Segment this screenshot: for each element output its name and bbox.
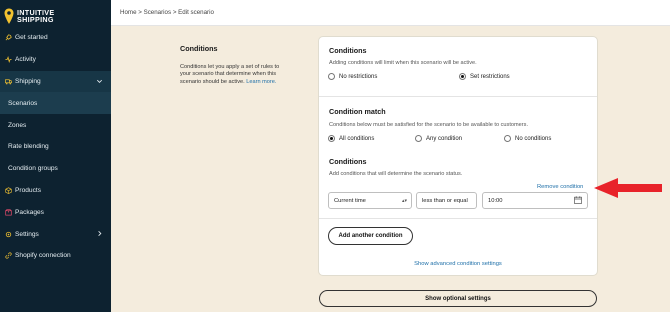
breadcrumb-scenarios[interactable]: Scenarios <box>144 9 172 16</box>
conditions-card: Conditions Adding conditions will limit … <box>318 36 598 276</box>
sidebar-item-condition-groups[interactable]: Condition groups <box>0 158 111 180</box>
sidebar-item-label: Activity <box>15 56 36 64</box>
select-value: Current time <box>334 197 366 204</box>
breadcrumb-current: Edit scenario <box>178 9 214 16</box>
condition-operator-select[interactable]: less than or equal <box>416 192 477 209</box>
condition-field-select[interactable]: Current time ▴▾ <box>328 192 412 209</box>
input-value: 10:00 <box>488 197 503 204</box>
logo-text: INTUITIVE SHIPPING <box>17 8 54 24</box>
sidebar-item-settings[interactable]: Settings <box>0 223 111 245</box>
condition-match-title: Condition match <box>329 107 386 116</box>
radio-button-selected[interactable] <box>459 73 466 80</box>
radio-label: All conditions <box>339 135 375 142</box>
add-another-condition-button[interactable]: Add another condition <box>328 227 413 245</box>
set-restrictions-option[interactable]: Set restrictions <box>459 73 510 80</box>
sidebar-item-get-started[interactable]: Get started <box>0 27 111 49</box>
sidebar-item-shipping[interactable]: Shipping <box>0 70 111 93</box>
sidebar-item-rate-blending[interactable]: Rate blending <box>0 136 111 158</box>
radio-button-selected[interactable] <box>328 135 335 142</box>
sidebar-item-scenarios[interactable]: Scenarios <box>0 92 111 115</box>
description-title: Conditions <box>180 44 218 53</box>
link-icon <box>5 252 12 259</box>
radio-button[interactable] <box>415 135 422 142</box>
sidebar-item-label: Rate blending <box>8 143 49 151</box>
sidebar-item-packages[interactable]: Packages <box>0 201 111 223</box>
show-optional-settings-button[interactable]: Show optional settings <box>319 290 597 307</box>
breadcrumb: Home > Scenarios > Edit scenario <box>120 9 214 16</box>
chevron-down-icon <box>97 79 102 83</box>
truck-icon <box>5 79 12 85</box>
sidebar-item-label: Get started <box>15 34 48 42</box>
sidebar-item-shopify-connection[interactable]: Shopify connection <box>0 245 111 267</box>
logo[interactable]: INTUITIVE SHIPPING <box>4 4 54 28</box>
sidebar-item-zones[interactable]: Zones <box>0 114 111 136</box>
no-conditions-option[interactable]: No conditions <box>504 135 551 142</box>
all-conditions-option[interactable]: All conditions <box>328 135 374 142</box>
remove-condition-link[interactable]: Remove condition <box>537 184 583 190</box>
sidebar-item-label: Shopify connection <box>15 252 71 260</box>
learn-more-link[interactable]: Learn more. <box>246 79 276 85</box>
conditions-description: Conditions Conditions let you apply a se… <box>180 44 290 86</box>
sidebar-item-label: Products <box>15 186 42 194</box>
show-advanced-settings-link[interactable]: Show advanced condition settings <box>319 261 597 267</box>
conditions-list-title: Conditions <box>329 157 367 166</box>
description-body: Conditions let you apply a set of rules … <box>180 64 290 86</box>
breadcrumb-separator: > <box>136 9 144 16</box>
sidebar-item-activity[interactable]: Activity <box>0 49 111 71</box>
sidebar-item-label: Scenarios <box>8 99 38 107</box>
top-bar: Home > Scenarios > Edit scenario <box>111 0 670 26</box>
divider <box>319 96 597 97</box>
select-arrows-icon: ▴▾ <box>401 198 407 204</box>
sidebar-item-label: Shipping <box>15 77 41 85</box>
conditions-list-subtitle: Add conditions that will determine the s… <box>329 171 463 177</box>
map-pin-icon <box>4 8 14 24</box>
sidebar-item-label: Settings <box>15 230 39 238</box>
conditions-section-subtitle: Adding conditions will limit when this s… <box>329 60 477 66</box>
sidebar-item-label: Condition groups <box>8 165 58 173</box>
condition-time-input[interactable]: 10:00 <box>482 192 588 209</box>
calendar-icon[interactable] <box>574 196 582 204</box>
package-icon <box>5 209 12 216</box>
radio-label: Set restrictions <box>470 73 510 80</box>
sidebar-nav: Get started Activity Shipping Scenarios … <box>0 27 111 267</box>
condition-match-subtitle: Conditions below must be satisfied for t… <box>329 122 528 128</box>
radio-label: No restrictions <box>339 73 378 80</box>
radio-button[interactable] <box>328 73 335 80</box>
no-restrictions-option[interactable]: No restrictions <box>328 73 377 80</box>
radio-label: No conditions <box>515 135 552 142</box>
radio-label: Any condition <box>426 135 463 142</box>
any-condition-option[interactable]: Any condition <box>415 135 462 142</box>
box-icon <box>5 187 12 194</box>
gear-icon <box>5 231 12 237</box>
activity-icon <box>5 56 12 64</box>
chevron-right-icon <box>98 231 102 237</box>
logo-line-2: SHIPPING <box>17 15 54 24</box>
sidebar-item-products[interactable]: Products <box>0 180 111 202</box>
breadcrumb-home[interactable]: Home <box>120 9 137 16</box>
radio-button[interactable] <box>504 135 511 142</box>
sidebar: INTUITIVE SHIPPING Get started Activity … <box>0 0 111 312</box>
sidebar-item-label: Packages <box>15 208 44 216</box>
conditions-section-title: Conditions <box>329 46 367 55</box>
red-arrow-annotation <box>594 178 662 198</box>
select-value: less than or equal <box>422 197 468 204</box>
divider <box>319 218 597 219</box>
sidebar-item-label: Zones <box>8 121 27 129</box>
rocket-icon <box>5 34 12 41</box>
